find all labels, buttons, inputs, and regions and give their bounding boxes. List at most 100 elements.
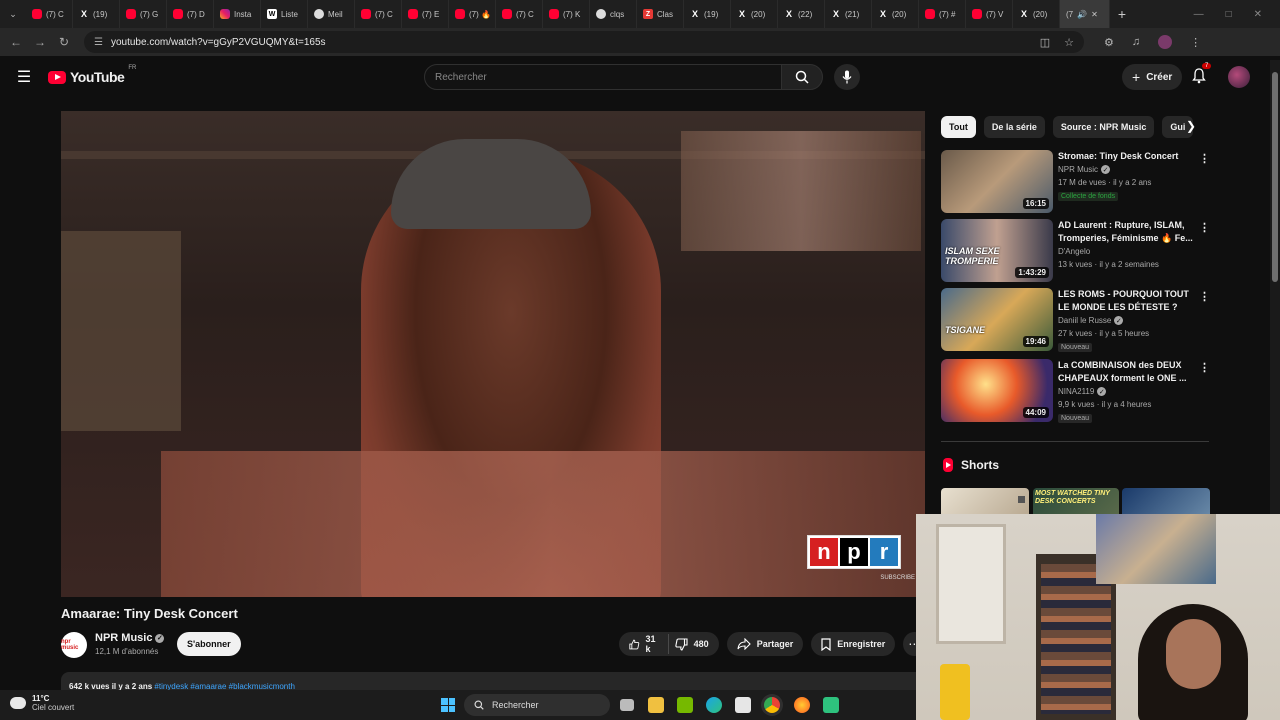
active-tab[interactable]: (7 🔊 ✕	[1060, 0, 1110, 28]
scrollbar-thumb[interactable]	[1272, 72, 1278, 282]
chrome-icon[interactable]	[764, 697, 780, 713]
browser-menu-icon[interactable]: ⋮	[1190, 36, 1201, 49]
new-tab-button[interactable]: +	[1110, 6, 1134, 22]
related-video-channel[interactable]: D'Angelo	[1058, 247, 1090, 256]
tab-favicon-icon	[173, 9, 183, 19]
voice-search-button[interactable]	[834, 64, 860, 90]
search-input[interactable]	[435, 71, 735, 83]
edge-icon[interactable]	[706, 697, 722, 713]
taskbar-search[interactable]: Rechercher	[464, 694, 610, 716]
more-options-icon[interactable]: ⋮	[1199, 152, 1210, 165]
video-thumbnail[interactable]: 16:15	[941, 150, 1053, 213]
browser-tab[interactable]: X (20)	[1013, 0, 1060, 28]
media-controls-icon[interactable]: ♫	[1132, 36, 1140, 48]
profile-icon[interactable]	[1158, 35, 1173, 49]
nvidia-icon[interactable]	[677, 697, 693, 713]
tab-label: (20)	[751, 9, 766, 19]
browser-tab[interactable]: (7) 🔥	[449, 0, 496, 28]
video-thumbnail[interactable]: TSIGANE 19:46	[941, 288, 1053, 351]
url-bar[interactable]: ☰ youtube.com/watch?v=gGyP2VGUQMY&t=165s…	[84, 31, 1084, 53]
browser-tab[interactable]: (7) C	[496, 0, 543, 28]
video-player[interactable]: n p r SUBSCRIBE	[61, 111, 925, 597]
filter-chip[interactable]: Tout	[941, 116, 976, 138]
forward-icon[interactable]: →	[28, 35, 52, 49]
related-video-title[interactable]: Stromae: Tiny Desk Concert	[1058, 150, 1194, 163]
description-box[interactable]: 642 k vues il y a 2 ans #tinydesk #amaar…	[61, 672, 925, 692]
file-explorer-icon[interactable]	[648, 697, 664, 713]
extensions-icon[interactable]: ⚙	[1104, 36, 1114, 49]
like-button[interactable]: 31 k	[629, 634, 669, 654]
search-box	[424, 64, 782, 90]
account-avatar[interactable]	[1228, 66, 1250, 88]
maximize-icon[interactable]: □	[1226, 9, 1232, 20]
browser-tab[interactable]: (7) E	[402, 0, 449, 28]
browser-tab[interactable]: (7) D	[167, 0, 214, 28]
install-app-icon[interactable]: ◫	[1040, 36, 1050, 49]
related-video-item[interactable]: TSIGANE 19:46 LES ROMS - POURQUOI TOUT LE …	[941, 288, 1210, 352]
save-button[interactable]: Enregistrer	[811, 632, 896, 656]
related-video-title[interactable]: La COMBINAISON des DEUX CHAPEAUX forment…	[1058, 359, 1194, 385]
windows-start-icon[interactable]	[441, 698, 455, 712]
short-menu-icon[interactable]	[1018, 496, 1025, 503]
minimize-icon[interactable]: —	[1194, 9, 1204, 20]
browser-tab[interactable]: (7) V	[966, 0, 1013, 28]
related-video-title[interactable]: AD Laurent : Rupture, ISLAM, Tromperies,…	[1058, 219, 1194, 245]
browser-tab[interactable]: X (20)	[872, 0, 919, 28]
browser-tab[interactable]: X (22)	[778, 0, 825, 28]
browser-tab[interactable]: (7) #	[919, 0, 966, 28]
app-icon[interactable]	[823, 697, 839, 713]
related-video-channel[interactable]: NINA2119 ✓	[1058, 387, 1107, 396]
browser-tab[interactable]: X (21)	[825, 0, 872, 28]
video-thumbnail[interactable]: 44:09	[941, 359, 1053, 422]
channel-avatar[interactable]: npr music	[61, 632, 87, 658]
related-video-channel[interactable]: NPR Music ✓	[1058, 165, 1111, 174]
notifications-button[interactable]: 7	[1192, 63, 1212, 89]
close-tab-icon[interactable]: ✕	[1091, 10, 1098, 19]
filter-chip[interactable]: Source : NPR Music	[1052, 116, 1155, 138]
share-button[interactable]: Partager	[726, 632, 804, 656]
video-thumbnail[interactable]: ISLAM SEXE TROMPERIE 1:43:29	[941, 219, 1053, 282]
related-video-item[interactable]: 16:15 Stromae: Tiny Desk Concert NPR Music…	[941, 150, 1210, 214]
npr-letter-p: p	[840, 538, 868, 566]
related-video-title[interactable]: LES ROMS - POURQUOI TOUT LE MONDE LES DÉ…	[1058, 288, 1194, 314]
related-video-item[interactable]: ISLAM SEXE TROMPERIE 1:43:29 AD Laurent : …	[941, 219, 1210, 283]
back-icon[interactable]: ←	[4, 35, 28, 49]
tab-search-dropdown-icon[interactable]: ⌄	[0, 0, 26, 28]
reload-icon[interactable]: ↻	[52, 35, 76, 49]
site-info-icon[interactable]: ☰	[94, 37, 103, 48]
browser-tab[interactable]: (7) G	[120, 0, 167, 28]
dislike-button[interactable]: 480	[674, 637, 709, 651]
browser-tab[interactable]: (7) K	[543, 0, 590, 28]
more-options-icon[interactable]: ⋮	[1199, 361, 1210, 374]
more-options-icon[interactable]: ⋮	[1199, 290, 1210, 303]
browser-tab[interactable]: Meil	[308, 0, 355, 28]
browser-tab[interactable]: X (20)	[731, 0, 778, 28]
browser-tab[interactable]: (7) C	[355, 0, 402, 28]
store-icon[interactable]	[735, 697, 751, 713]
tab-favicon-icon	[408, 9, 418, 19]
subscribe-button[interactable]: S'abonner	[177, 632, 241, 656]
chevron-right-icon[interactable]: ❯	[1186, 119, 1196, 133]
weather-widget[interactable]: 11°C Ciel couvert	[10, 694, 74, 712]
related-video-item[interactable]: 44:09 La COMBINAISON des DEUX CHAPEAUX fo…	[941, 359, 1210, 423]
close-window-icon[interactable]: ✕	[1254, 9, 1262, 20]
create-button[interactable]: + Créer	[1122, 64, 1183, 90]
browser-tab[interactable]: X (19)	[73, 0, 120, 28]
browser-tab[interactable]: Insta	[214, 0, 261, 28]
more-options-icon[interactable]: ⋮	[1199, 221, 1210, 234]
tab-favicon-icon: X	[1020, 9, 1027, 19]
firefox-icon[interactable]	[794, 697, 810, 713]
browser-tab[interactable]: Z Clas	[637, 0, 684, 28]
browser-tab[interactable]: (7) C	[26, 0, 73, 28]
browser-tab[interactable]: X (19)	[684, 0, 731, 28]
filter-chip[interactable]: De la série	[983, 116, 1045, 138]
channel-name-link[interactable]: NPR Music ✓	[95, 632, 165, 644]
guide-menu-icon[interactable]: ☰	[0, 67, 48, 87]
bookmark-star-icon[interactable]: ☆	[1064, 36, 1074, 49]
youtube-logo[interactable]: YouTube FR	[48, 65, 136, 85]
browser-tab[interactable]: W Liste	[261, 0, 308, 28]
related-video-channel[interactable]: Daniil le Russe ✓	[1058, 316, 1124, 325]
task-view-icon[interactable]	[620, 699, 634, 711]
browser-tab[interactable]: clqs	[590, 0, 637, 28]
search-button[interactable]	[781, 64, 823, 90]
